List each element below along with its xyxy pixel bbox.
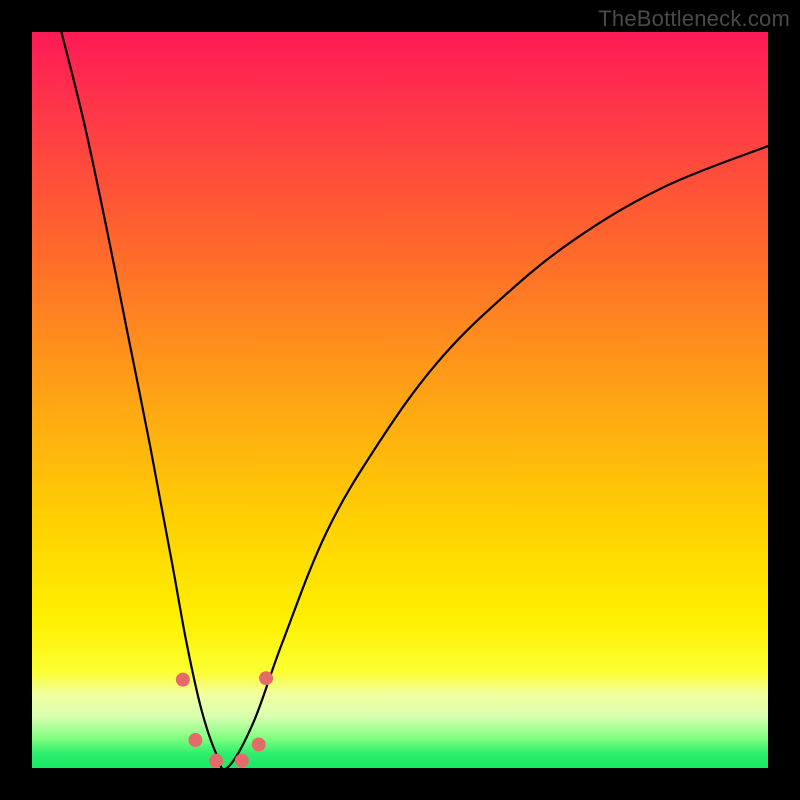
chart-frame: TheBottleneck.com (0, 0, 800, 800)
bottleneck-curve (61, 32, 768, 770)
marker-group (176, 671, 273, 767)
highlight-marker (176, 673, 190, 687)
highlight-marker (259, 671, 273, 685)
highlight-marker (235, 754, 249, 768)
curve-layer (32, 32, 768, 768)
watermark-text: TheBottleneck.com (598, 6, 790, 32)
highlight-marker (209, 754, 223, 768)
highlight-marker (252, 737, 266, 751)
highlight-marker (188, 733, 202, 747)
